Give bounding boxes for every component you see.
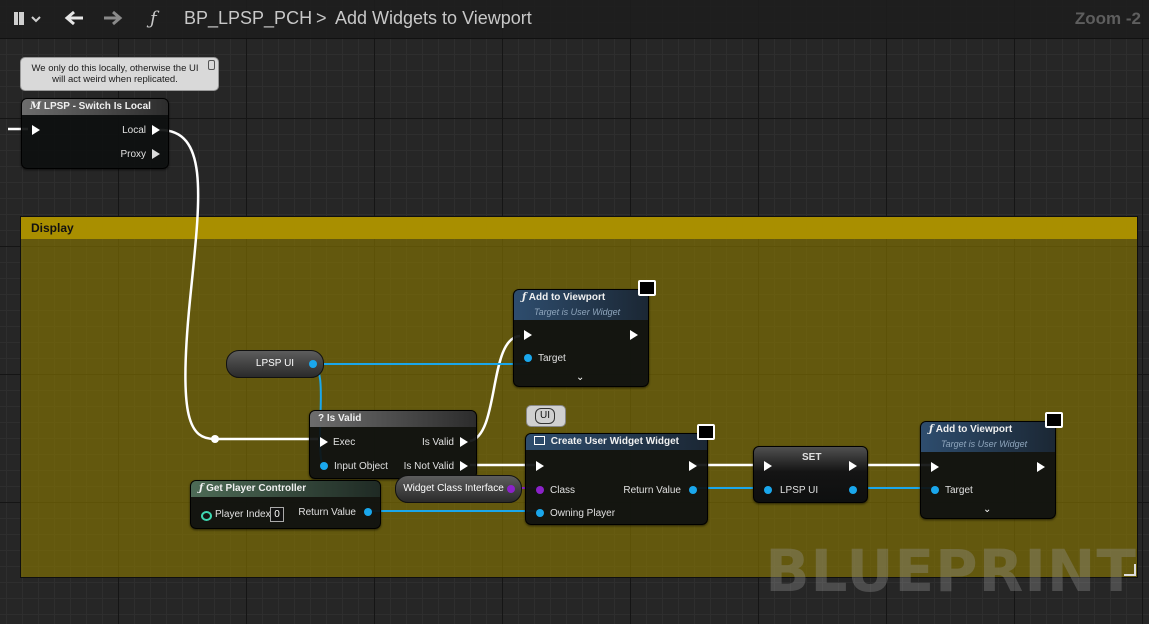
node-title: Is Valid — [326, 413, 362, 424]
lpsp-ui-out-pin[interactable] — [849, 486, 857, 494]
exec-out-pin[interactable] — [689, 461, 697, 471]
node-is-valid[interactable]: ? Is Valid Exec Is Valid Input Object Is… — [309, 410, 477, 479]
return-value-pin[interactable] — [689, 486, 697, 494]
node-header: ƒ Get Player Controller — [191, 481, 380, 497]
node-header: M LPSP - Switch Is Local — [22, 99, 168, 115]
comment-bubble-text: We only do this locally, otherwise the U… — [31, 63, 199, 85]
pin-local-label: Local — [122, 125, 146, 136]
class-pin[interactable] — [536, 486, 544, 494]
exec-wire-local-isvalid — [159, 128, 318, 441]
chevron-down-icon[interactable]: ⌄ — [576, 372, 584, 383]
node-title: Add to Viewport — [935, 424, 1013, 435]
function-icon: ƒ — [929, 424, 934, 435]
pin-var-label: LPSP UI — [780, 485, 819, 496]
exec-in-pin[interactable] — [764, 461, 772, 471]
pin-target-label: Target — [538, 353, 566, 364]
node-subtitle: Target is User Widget — [941, 439, 1028, 449]
node-set-lpsp-ui[interactable]: SET LPSP UI — [753, 446, 868, 503]
ui-tag-label: UI — [535, 408, 555, 424]
pin-exec-label: Exec — [333, 437, 356, 448]
node-title: Add to Viewport — [528, 292, 606, 303]
function-icon: ƒ — [522, 292, 527, 303]
node-title: Create User Widget Widget — [550, 436, 679, 447]
pin-icon[interactable] — [208, 60, 215, 70]
pin-class-label: Class — [550, 485, 576, 496]
exec-out-pin[interactable] — [1037, 462, 1045, 472]
var-label: LPSP UI — [255, 358, 295, 369]
node-add-to-viewport-1[interactable]: ƒ Add to Viewport Target is User Widget … — [513, 280, 656, 387]
function-icon: ƒ — [199, 483, 204, 494]
var-out-pin[interactable] — [309, 360, 317, 368]
resize-grip-icon[interactable] — [1124, 564, 1136, 576]
node-header: ? Is Valid — [310, 411, 476, 427]
player-index-pin[interactable] — [201, 511, 212, 521]
pin-valid-label: Is Valid — [421, 437, 454, 448]
node-get-player-controller[interactable]: ƒ Get Player Controller Player Index 0 R… — [190, 480, 381, 529]
exec-in-pin[interactable] — [536, 461, 544, 471]
lpsp-ui-in-pin[interactable] — [764, 486, 772, 494]
widget-icon — [534, 436, 545, 445]
exec-in-pin[interactable] — [931, 462, 939, 472]
input-object-pin[interactable] — [320, 462, 328, 470]
node-switch-is-local[interactable]: M LPSP - Switch Is Local Local Proxy — [21, 98, 169, 169]
node-header: Create User Widget Widget — [526, 434, 707, 450]
player-index-input[interactable]: 0 — [270, 507, 284, 522]
target-pin[interactable] — [524, 354, 532, 362]
macro-icon: ? — [318, 413, 325, 424]
pin-not-valid-label: Is Not Valid — [403, 461, 454, 472]
exec-in-pin[interactable] — [32, 125, 40, 135]
exec-in-pin[interactable] — [524, 330, 532, 340]
macro-icon: M — [30, 101, 42, 112]
return-value-pin[interactable] — [364, 508, 372, 516]
node-comment-bubble[interactable]: We only do this locally, otherwise the U… — [20, 57, 219, 91]
node-title: SET — [802, 452, 822, 463]
node-add-to-viewport-2[interactable]: ƒ Add to Viewport Target is User Widget … — [920, 412, 1063, 519]
blueprint-watermark: BLUEPRINT — [765, 537, 1137, 605]
var-label: Widget Class Interface — [403, 483, 504, 494]
node-title: LPSP - Switch Is Local — [43, 101, 151, 112]
node-lpsp-ui-var[interactable]: LPSP UI — [226, 350, 324, 378]
exec-out-valid-pin[interactable] — [460, 437, 468, 447]
exec-in-pin[interactable] — [320, 437, 328, 447]
pin-owner-label: Owning Player — [550, 508, 616, 519]
node-header: ƒ Add to Viewport Target is User Widget — [514, 290, 648, 320]
target-pin[interactable] — [931, 486, 939, 494]
chevron-down-icon[interactable]: ⌄ — [983, 504, 991, 515]
pin-return-label: Return Value — [623, 485, 681, 496]
node-header: ƒ Add to Viewport Target is User Widget — [921, 422, 1055, 452]
exec-out-proxy-pin[interactable] — [152, 149, 160, 159]
pin-index-label: Player Index — [215, 509, 271, 520]
exec-out-pin[interactable] — [630, 330, 638, 340]
node-subtitle: Target is User Widget — [534, 307, 621, 317]
monitor-icon — [697, 424, 715, 440]
pin-input-label: Input Object — [334, 461, 388, 472]
exec-out-local-pin[interactable] — [152, 125, 160, 135]
node-title: Get Player Controller — [206, 483, 307, 494]
monitor-icon — [1045, 412, 1063, 428]
pin-proxy-label: Proxy — [120, 149, 146, 160]
owning-player-pin[interactable] — [536, 509, 544, 517]
exec-out-not-valid-pin[interactable] — [460, 461, 468, 471]
exec-out-pin[interactable] — [849, 461, 857, 471]
monitor-icon — [638, 280, 656, 296]
node-widget-class-var[interactable]: Widget Class Interface — [395, 475, 522, 503]
pin-target-label: Target — [945, 485, 973, 496]
ui-category-tag: UI — [526, 405, 566, 427]
pin-return-label: Return Value — [298, 507, 356, 518]
node-create-user-widget[interactable]: Create User Widget Widget Class Return V… — [525, 424, 715, 525]
var-out-pin[interactable] — [507, 485, 515, 493]
